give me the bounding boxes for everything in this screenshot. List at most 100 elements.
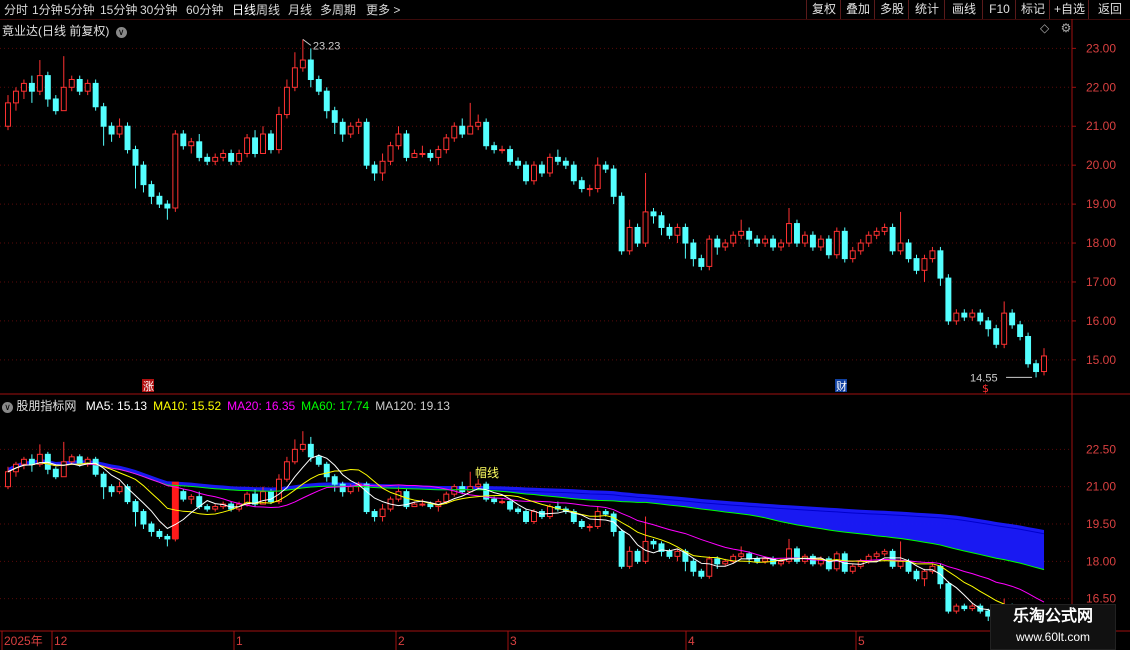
- sub-candle: [515, 508, 522, 513]
- main-candle: [443, 137, 450, 151]
- period-tab-0[interactable]: 分时: [4, 2, 28, 18]
- main-candle: [291, 67, 298, 88]
- main-candle: [92, 82, 99, 108]
- sub-candle: [164, 535, 171, 540]
- main-candle: [84, 82, 91, 92]
- main-candle: [985, 320, 992, 330]
- kline-chart[interactable]: 23.00 22.00 21.00 20.00 19.00 18.00 17.00 16.00…: [0, 19, 1130, 650]
- main-candle: [507, 149, 514, 162]
- main-candle: [268, 133, 274, 151]
- price-tick-sub: 22.50: [1086, 442, 1116, 456]
- toolbar-button-5[interactable]: F10: [982, 0, 1016, 19]
- main-candle: [419, 152, 426, 155]
- ma-legend: MA5: 15.13 MA10: 15.52 MA20: 16.35 MA60: 17…: [80, 399, 450, 413]
- main-candle: [260, 133, 266, 154]
- sub-candle: [889, 550, 896, 567]
- main-candle: [1041, 355, 1047, 373]
- limit-up-tag: 涨: [143, 380, 154, 393]
- time-label: 1: [236, 634, 243, 648]
- sub-candle: [347, 486, 354, 493]
- period-tab-8[interactable]: 月线: [288, 2, 312, 18]
- sub-candle: [76, 456, 83, 465]
- toolbar-button-8[interactable]: 返回: [1088, 0, 1130, 19]
- time-label: 12: [54, 634, 68, 648]
- sub-candle: [602, 511, 609, 515]
- sub-candle: [411, 503, 418, 508]
- ma-label-2: MA20: 16.35: [227, 399, 296, 413]
- ma-label-0: MA5: 15.13: [85, 399, 148, 413]
- watermark-title: 乐淘公式网: [1012, 608, 1093, 625]
- sub-candle: [690, 560, 697, 572]
- sub-candle: [778, 560, 784, 565]
- dollar-tag: $: [982, 382, 989, 395]
- period-tab-5[interactable]: 60分钟: [186, 2, 223, 18]
- toolbar-button-0[interactable]: 复权: [806, 0, 841, 19]
- main-candle: [411, 152, 418, 158]
- sub-candle: [188, 496, 195, 500]
- main-candle: [180, 133, 187, 147]
- sub-panel-header: ∨ 股朋指标网 MA5: 15.13 MA10: 15.52 MA20: 16.35…: [2, 397, 450, 414]
- main-candle: [841, 230, 848, 260]
- sub-candle: [921, 570, 928, 580]
- main-candle: [52, 98, 59, 112]
- chevron-down-icon[interactable]: ∨: [2, 402, 13, 413]
- main-candle: [475, 121, 482, 127]
- period-tab-3[interactable]: 15分钟: [100, 2, 137, 18]
- sub-candle: [212, 506, 219, 510]
- price-tick-main: 20.00: [1086, 158, 1116, 172]
- sub-candle: [674, 550, 681, 557]
- diamond-icon[interactable]: ◇: [1040, 21, 1049, 35]
- toolbar-button-6[interactable]: 标记: [1015, 0, 1050, 19]
- sub-candle: [148, 523, 155, 532]
- main-candle: [28, 82, 35, 92]
- chevron-down-icon[interactable]: ∨: [115, 27, 127, 38]
- toolbar-button-2[interactable]: 多股: [874, 0, 909, 19]
- main-candle: [690, 242, 697, 260]
- sub-candle: [427, 503, 434, 508]
- period-tab-1[interactable]: 1分钟: [32, 2, 63, 18]
- sub-candle: [28, 458, 35, 465]
- toolbar-button-7[interactable]: +自选: [1049, 0, 1089, 19]
- toolbar-button-3[interactable]: 统计: [908, 0, 945, 19]
- period-tab-9[interactable]: 多周期: [320, 2, 356, 18]
- main-candle: [969, 312, 976, 318]
- period-tab-4[interactable]: 30分钟: [140, 2, 177, 18]
- sub-candle: [20, 458, 27, 465]
- sub-candle: [913, 570, 920, 580]
- main-candle: [188, 141, 195, 147]
- price-tick-main: 23.00: [1086, 41, 1116, 55]
- main-candle: [977, 312, 984, 322]
- main-candle: [953, 312, 960, 322]
- period-tab-2[interactable]: 5分钟: [64, 2, 95, 18]
- sub-candle: [650, 540, 657, 545]
- toolbar-button-1[interactable]: 叠加: [840, 0, 875, 19]
- main-candle: [68, 79, 75, 88]
- sub-candle: [108, 486, 115, 493]
- main-candle: [586, 188, 593, 191]
- main-candle: [554, 156, 561, 162]
- toolbar-button-4[interactable]: 画线: [944, 0, 983, 19]
- main-candle: [770, 238, 777, 248]
- main-candle: [331, 110, 338, 123]
- main-candle: [148, 184, 155, 197]
- sub-candle: [68, 456, 75, 463]
- main-candle: [825, 238, 832, 256]
- sub-candle: [323, 463, 330, 478]
- sub-candle: [897, 560, 904, 567]
- time-label: 2025年: [4, 634, 43, 648]
- period-tab-10[interactable]: 更多 >: [366, 2, 400, 18]
- sub-candle: [507, 501, 514, 510]
- main-candle: [833, 230, 840, 256]
- sub-candle: [746, 553, 753, 560]
- main-candle: [499, 149, 506, 152]
- sub-candle: [299, 443, 306, 450]
- settings-icon[interactable]: ⚙: [1061, 21, 1072, 35]
- sub-candle: [754, 558, 761, 562]
- main-candle: [355, 121, 362, 127]
- period-tab-7[interactable]: 周线: [256, 2, 280, 18]
- sub-candle: [523, 511, 529, 523]
- main-candle: [865, 234, 872, 244]
- period-tab-6[interactable]: 日线: [232, 2, 256, 18]
- main-candle: [116, 125, 123, 135]
- main-candle: [387, 145, 394, 162]
